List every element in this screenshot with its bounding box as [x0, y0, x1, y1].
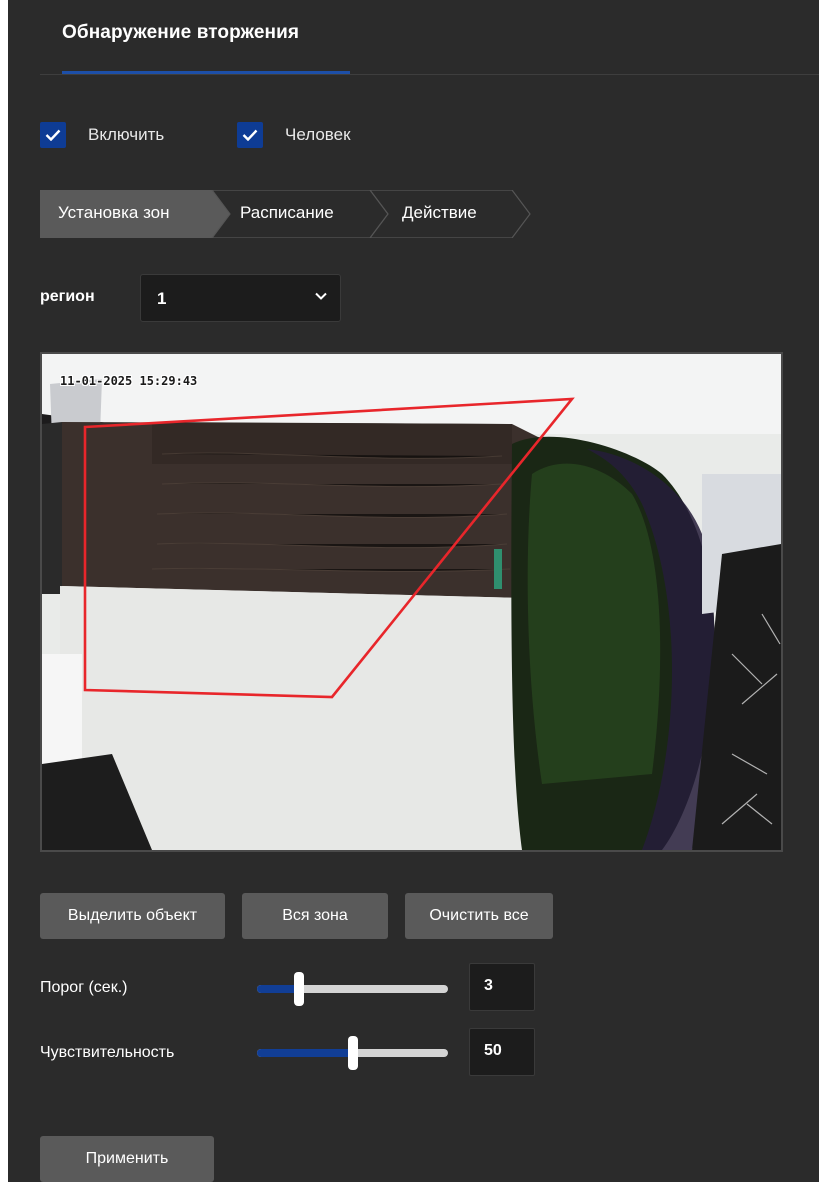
step-action[interactable]: Действие	[402, 203, 477, 223]
step-schedule[interactable]: Расписание	[240, 203, 334, 223]
threshold-slider-thumb[interactable]	[294, 972, 304, 1006]
checkmark-icon	[45, 129, 61, 141]
threshold-slider[interactable]	[257, 972, 448, 1006]
setup-steps: Установка зон Расписание Действие	[40, 190, 540, 238]
enable-checkbox-label: Включить	[88, 125, 165, 144]
region-label: регион	[40, 288, 95, 305]
tab-intrusion-detection[interactable]: Обнаружение вторжения	[62, 22, 299, 44]
sensitivity-value-input[interactable]: 50	[469, 1028, 535, 1076]
checkmark-icon	[242, 129, 258, 141]
threshold-label: Порог (сек.)	[40, 979, 128, 996]
intrusion-detection-page: Обнаружение вторжения Включить Человек У…	[0, 0, 819, 1182]
threshold-value-input[interactable]: 3	[469, 963, 535, 1011]
region-selected-value: 1	[157, 289, 167, 308]
human-checkbox[interactable]	[237, 122, 263, 148]
chevron-down-icon	[315, 292, 327, 300]
clear-all-button[interactable]: Очистить все	[405, 893, 553, 939]
apply-button[interactable]: Применить	[40, 1136, 214, 1182]
threshold-slider-fill	[257, 985, 299, 993]
sensitivity-slider-thumb[interactable]	[348, 1036, 358, 1070]
select-object-button[interactable]: Выделить объект	[40, 893, 225, 939]
enable-checkbox[interactable]	[40, 122, 66, 148]
step-zone-setup[interactable]: Установка зон	[58, 203, 170, 223]
human-checkbox-row[interactable]: Человек	[237, 122, 351, 148]
camera-preview[interactable]: 11-01-2025 15:29:43	[40, 352, 783, 852]
human-checkbox-label: Человек	[285, 125, 351, 144]
sensitivity-slider[interactable]	[257, 1036, 448, 1070]
tab-active-underline	[62, 71, 350, 74]
full-zone-button[interactable]: Вся зона	[242, 893, 388, 939]
tab-bar: Обнаружение вторжения	[40, 0, 819, 75]
region-select[interactable]: 1	[140, 274, 341, 322]
sensitivity-slider-fill	[257, 1049, 353, 1057]
osd-timestamp: 11-01-2025 15:29:43	[60, 374, 198, 388]
camera-frame-image	[42, 354, 781, 850]
sensitivity-label: Чувствительность	[40, 1044, 175, 1061]
enable-checkbox-row[interactable]: Включить	[40, 122, 164, 148]
left-edge-strip	[0, 0, 8, 1182]
